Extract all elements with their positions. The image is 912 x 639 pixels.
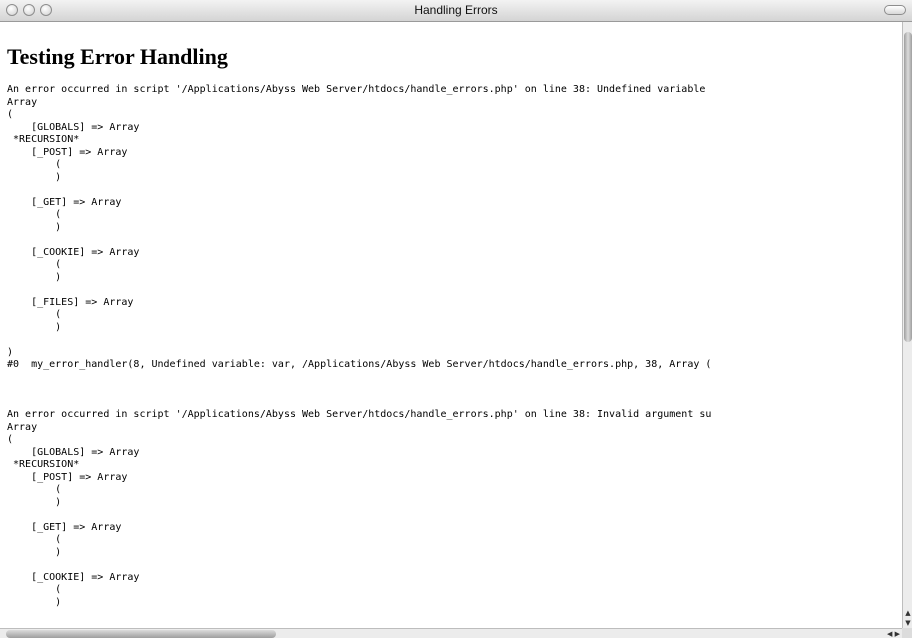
- resize-corner[interactable]: [902, 628, 912, 638]
- horizontal-scroll-thumb[interactable]: [6, 630, 276, 638]
- window-titlebar: Handling Errors: [0, 0, 912, 22]
- scroll-right-arrow-icon[interactable]: ▶: [895, 630, 900, 638]
- vertical-scroll-thumb[interactable]: [904, 32, 912, 342]
- toolbar-toggle-button[interactable]: [884, 5, 906, 15]
- page-content: Testing Error Handling An error occurred…: [0, 22, 902, 628]
- error-log-output: An error occurred in script '/Applicatio…: [7, 84, 712, 608]
- vertical-scrollbar[interactable]: ▲ ▼: [902, 22, 912, 628]
- scroll-down-arrow-icon[interactable]: ▼: [903, 618, 912, 628]
- page-heading: Testing Error Handling: [7, 44, 228, 69]
- horizontal-scrollbar[interactable]: ◀ ▶: [0, 628, 902, 638]
- scroll-up-arrow-icon[interactable]: ▲: [903, 608, 912, 618]
- scroll-left-arrow-icon[interactable]: ◀: [887, 630, 892, 638]
- window-title: Handling Errors: [414, 3, 498, 17]
